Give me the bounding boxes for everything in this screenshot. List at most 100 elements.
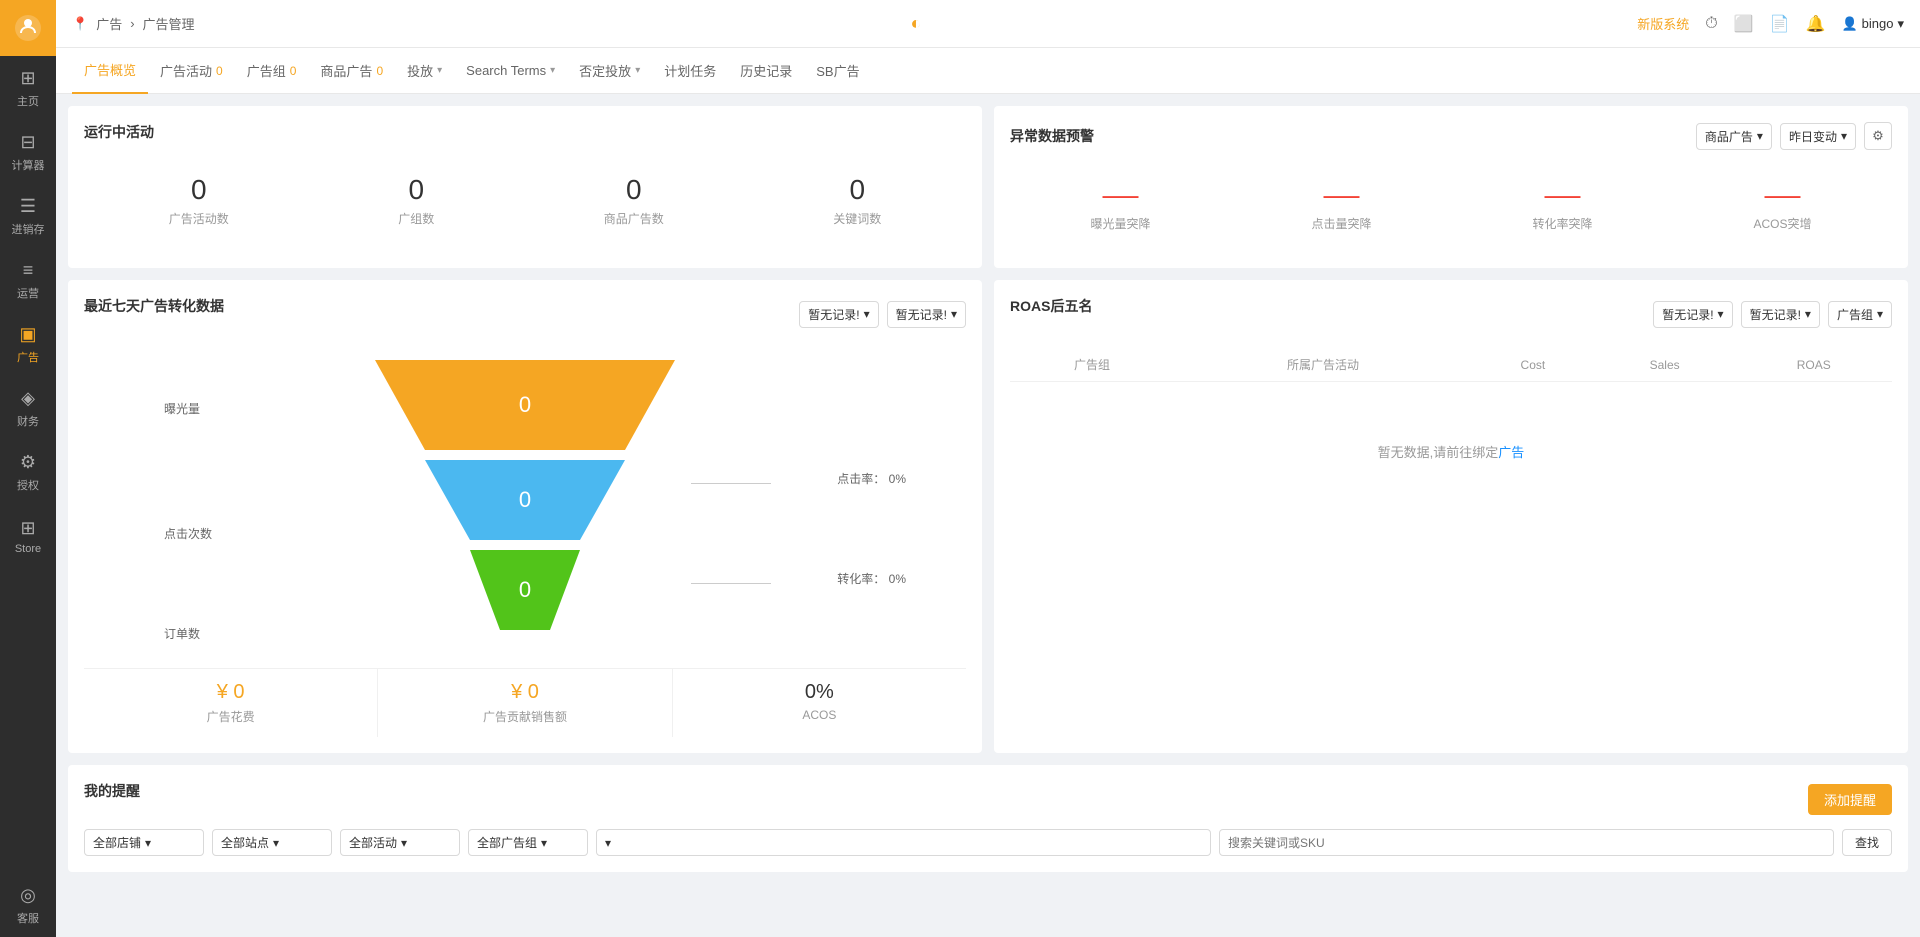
tab-bar: 广告概览 广告活动 0 广告组 0 商品广告 0 投放 ▾ Search Ter…: [56, 48, 1920, 94]
chart-dropdown1-chevron: ▾: [864, 307, 870, 321]
app-logo[interactable]: [0, 0, 56, 56]
sidebar-item-finance[interactable]: ◈ 财务: [0, 376, 56, 440]
anomaly-acos-value: ——: [1753, 186, 1811, 207]
tab-history[interactable]: 历史记录: [728, 48, 804, 94]
tab-groups[interactable]: 广告组 0: [235, 48, 309, 94]
sidebar-item-home[interactable]: ⊞ 主页: [0, 56, 56, 120]
header-right: 新版系统 ⏱ ⬜ 📄 🔔 👤 bingo ▾: [1637, 14, 1904, 34]
stat-keywords-value: 0: [833, 174, 881, 206]
sidebar-item-calculator[interactable]: ⊟ 计算器: [0, 120, 56, 184]
anomaly-conversion-value: ——: [1532, 186, 1592, 207]
sidebar-item-operations[interactable]: ≡ 运营: [0, 248, 56, 312]
chart-header: 最近七天广告转化数据 暂无记录! ▾ 暂无记录! ▾: [84, 296, 966, 332]
roas-empty-link[interactable]: 广告: [1498, 445, 1524, 460]
anomaly-clicks-value: ——: [1311, 186, 1371, 207]
store-filter[interactable]: 全部店铺 ▾: [84, 829, 204, 856]
stat-groups: 0 广组数: [398, 174, 434, 227]
anomaly-clicks: —— 点击量突降: [1311, 186, 1371, 232]
sidebar-label-inventory: 进销存: [12, 221, 45, 237]
activity-filter[interactable]: 全部活动 ▾: [340, 829, 460, 856]
tab-campaigns-label: 广告活动: [160, 61, 212, 80]
keyword-search-input[interactable]: [1219, 829, 1834, 856]
bottom-row: 最近七天广告转化数据 暂无记录! ▾ 暂无记录! ▾ 曝光量: [68, 280, 1908, 753]
metric-cost-value: ¥ 0: [96, 681, 365, 704]
roas-dropdown2-value: 暂无记录!: [1750, 306, 1801, 323]
tab-campaigns[interactable]: 广告活动 0: [148, 48, 235, 94]
roas-dropdown3[interactable]: 广告组 ▾: [1828, 301, 1892, 328]
svg-text:0: 0: [519, 487, 531, 512]
site-filter[interactable]: 全部站点 ▾: [212, 829, 332, 856]
tab-products[interactable]: 商品广告 0: [308, 48, 395, 94]
chart-dropdown2[interactable]: 暂无记录! ▾: [887, 301, 966, 328]
tab-searchterms-label: Search Terms: [466, 63, 546, 78]
group-filter-chevron: ▾: [541, 836, 547, 850]
home-icon: ⊞: [20, 68, 35, 89]
chart-dropdown1-value: 暂无记录!: [808, 306, 859, 323]
sidebar-item-support[interactable]: ◎ 客服: [0, 873, 56, 937]
tab-products-badge: 0: [376, 64, 383, 78]
tab-sb-label: SB广告: [816, 61, 859, 80]
roas-col-group: 广告组: [1010, 348, 1174, 382]
tab-campaigns-badge: 0: [216, 64, 223, 78]
funnel-label-orders: 订单数: [164, 625, 200, 642]
roas-dropdown2[interactable]: 暂无记录! ▾: [1741, 301, 1820, 328]
location-icon: 📍: [72, 16, 88, 32]
tab-overview-label: 广告概览: [84, 60, 136, 79]
anomaly-type-select[interactable]: 商品广告 ▾: [1696, 123, 1772, 150]
tab-placement-label: 投放: [407, 61, 433, 80]
bell-icon[interactable]: 🔔: [1806, 14, 1826, 34]
new-system-button[interactable]: 新版系统: [1637, 14, 1689, 33]
header: 📍 广告 › 广告管理 ◐ 新版系统 ⏱ ⬜ 📄 🔔 👤 bingo ▾: [56, 0, 1920, 48]
anomaly-type-value: 商品广告: [1705, 128, 1753, 145]
doc-icon[interactable]: 📄: [1770, 14, 1790, 34]
tab-searchterms[interactable]: Search Terms ▾: [454, 48, 567, 94]
breadcrumb-parent[interactable]: 广告: [96, 14, 122, 33]
site-filter-chevron: ▾: [273, 836, 279, 850]
tab-placement[interactable]: 投放 ▾: [395, 48, 454, 94]
anomaly-stats: —— 曝光量突降 —— 点击量突降 —— 转化率突降 —— ACOS突增: [1010, 166, 1892, 252]
chart-dropdown2-chevron: ▾: [951, 307, 957, 321]
group-filter[interactable]: 全部广告组 ▾: [468, 829, 588, 856]
sidebar-item-ads[interactable]: ▣ 广告: [0, 312, 56, 376]
reminder-header: 我的提醒 添加提醒: [84, 781, 1892, 817]
clock-icon[interactable]: ⏱: [1705, 15, 1717, 33]
running-activities-card: 运行中活动 0 广告活动数 0 广组数 0 商品广告数 0: [68, 106, 982, 268]
activity-filter-label: 全部活动: [349, 834, 397, 851]
tab-sb[interactable]: SB广告: [804, 48, 871, 94]
sidebar-label-calculator: 计算器: [12, 157, 45, 173]
anomaly-time-select[interactable]: 昨日变动 ▾: [1780, 123, 1856, 150]
calculator-icon: ⊟: [20, 132, 35, 153]
roas-dropdown1-chevron: ▾: [1718, 307, 1724, 321]
search-button[interactable]: 查找: [1842, 829, 1892, 856]
empty-filter[interactable]: ▾: [596, 829, 1211, 856]
roas-col-sales: Sales: [1594, 348, 1736, 382]
tv-icon[interactable]: ⬜: [1734, 14, 1754, 34]
roas-dropdown1[interactable]: 暂无记录! ▾: [1653, 301, 1732, 328]
store-filter-chevron: ▾: [145, 836, 151, 850]
activity-filter-chevron: ▾: [401, 836, 407, 850]
tab-tasks[interactable]: 计划任务: [652, 48, 728, 94]
group-filter-label: 全部广告组: [477, 834, 537, 851]
sidebar-label-home: 主页: [17, 93, 39, 109]
roas-col-campaign: 所属广告活动: [1174, 348, 1472, 382]
ctr-value: 0%: [889, 472, 906, 486]
sidebar-item-auth[interactable]: ⚙ 授权: [0, 440, 56, 504]
funnel-line-cvr: [691, 583, 771, 584]
running-activities-title: 运行中活动: [84, 122, 966, 142]
tab-negative[interactable]: 否定投放 ▾: [567, 48, 652, 94]
breadcrumb-current: 广告管理: [143, 14, 195, 33]
sidebar-item-inventory[interactable]: ☰ 进销存: [0, 184, 56, 248]
stat-groups-label: 广组数: [398, 210, 434, 227]
reminder-card: 我的提醒 添加提醒 全部店铺 ▾ 全部站点 ▾ 全部活动 ▾ 全部广告组: [68, 765, 1908, 872]
chart-dropdown1[interactable]: 暂无记录! ▾: [799, 301, 878, 328]
inventory-icon: ☰: [20, 196, 36, 217]
sidebar-item-store[interactable]: ⊞ Store: [0, 504, 56, 568]
stat-product-ads: 0 商品广告数: [604, 174, 664, 227]
tab-overview[interactable]: 广告概览: [72, 48, 148, 94]
metric-sales: ¥ 0 广告贡献销售额: [378, 669, 672, 737]
sidebar-label-auth: 授权: [17, 477, 39, 493]
anomaly-settings-button[interactable]: ⚙: [1864, 122, 1892, 150]
tab-products-label: 商品广告: [320, 61, 372, 80]
user-menu[interactable]: 👤 bingo ▾: [1841, 16, 1904, 32]
add-reminder-button[interactable]: 添加提醒: [1808, 784, 1892, 815]
